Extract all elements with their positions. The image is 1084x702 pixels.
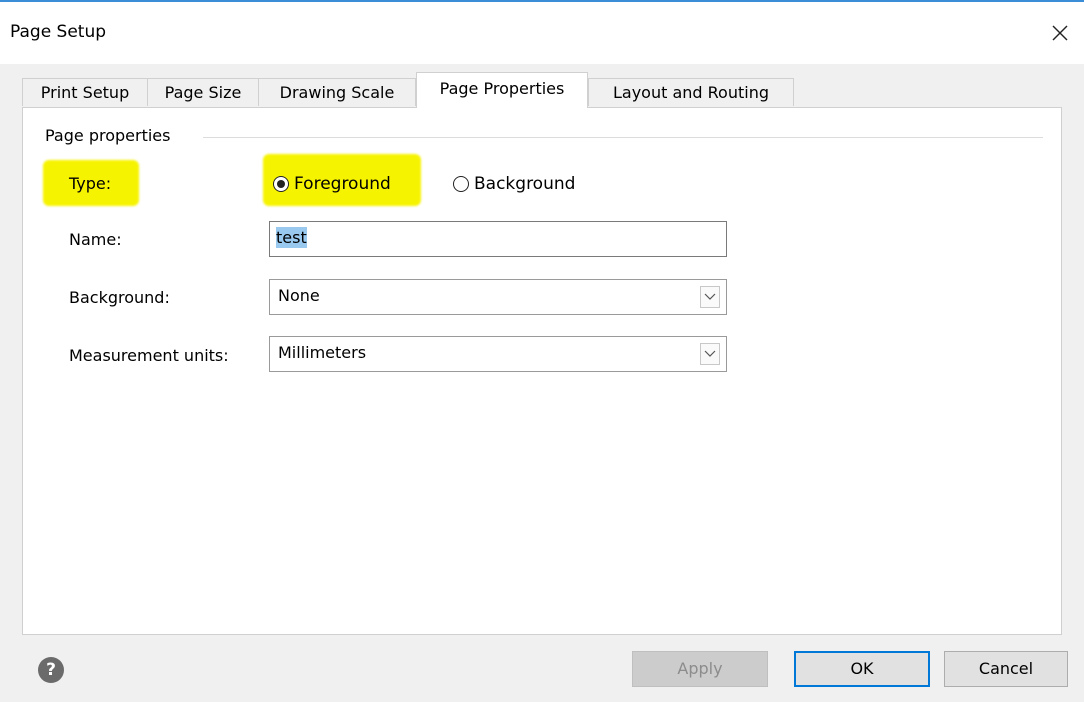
close-icon — [1052, 25, 1068, 41]
radio-label: Foreground — [294, 174, 391, 194]
units-select[interactable]: Millimeters — [269, 336, 727, 372]
tab-drawing-scale[interactable]: Drawing Scale — [258, 78, 416, 106]
dropdown-arrow[interactable] — [700, 343, 720, 365]
units-label: Measurement units: — [69, 346, 229, 365]
tab-label: Drawing Scale — [279, 83, 395, 102]
close-button[interactable] — [1036, 2, 1084, 64]
tab-page-size[interactable]: Page Size — [147, 78, 259, 106]
window-title: Page Setup — [10, 22, 107, 42]
radio-background[interactable]: Background — [453, 174, 575, 194]
tab-page-properties[interactable]: Page Properties — [416, 72, 588, 108]
radio-label: Background — [474, 174, 576, 194]
page-properties-panel: Page properties Type: Foreground Backgro… — [22, 107, 1062, 635]
title-bar: Page Setup — [0, 2, 1084, 64]
group-label: Page properties — [45, 126, 179, 145]
help-button[interactable]: ? — [38, 657, 64, 683]
background-select-value: None — [278, 286, 320, 305]
apply-button-label: Apply — [677, 659, 723, 678]
radio-circle — [453, 176, 469, 192]
ok-button[interactable]: OK — [794, 651, 930, 687]
tab-print-setup[interactable]: Print Setup — [22, 78, 148, 106]
name-input[interactable]: test — [269, 221, 727, 257]
tab-layout-and-routing[interactable]: Layout and Routing — [588, 78, 794, 106]
type-label: Type: — [69, 174, 112, 193]
tab-label: Layout and Routing — [612, 83, 769, 102]
tab-bar: Print Setup Page Size Drawing Scale Page… — [22, 72, 1062, 108]
cancel-button-label: Cancel — [978, 659, 1034, 678]
radio-dot — [277, 180, 285, 188]
cancel-button[interactable]: Cancel — [944, 651, 1068, 687]
name-input-value: test — [276, 227, 307, 248]
group-divider — [203, 137, 1043, 138]
apply-button[interactable]: Apply — [632, 651, 768, 687]
radio-foreground[interactable]: Foreground — [273, 174, 391, 194]
chevron-down-icon — [704, 350, 716, 357]
background-label: Background: — [69, 288, 170, 307]
dropdown-arrow[interactable] — [700, 286, 720, 308]
name-label: Name: — [69, 230, 122, 249]
ok-button-label: OK — [850, 659, 874, 678]
page-setup-dialog: Page Setup Print Setup Page Size Drawing… — [0, 0, 1084, 702]
units-select-value: Millimeters — [278, 343, 367, 362]
help-icon: ? — [46, 660, 56, 680]
tab-label: Page Properties — [439, 79, 565, 98]
background-select[interactable]: None — [269, 279, 727, 315]
tab-label: Page Size — [164, 83, 242, 102]
chevron-down-icon — [704, 293, 716, 300]
radio-circle — [273, 176, 289, 192]
tab-label: Print Setup — [40, 83, 130, 102]
